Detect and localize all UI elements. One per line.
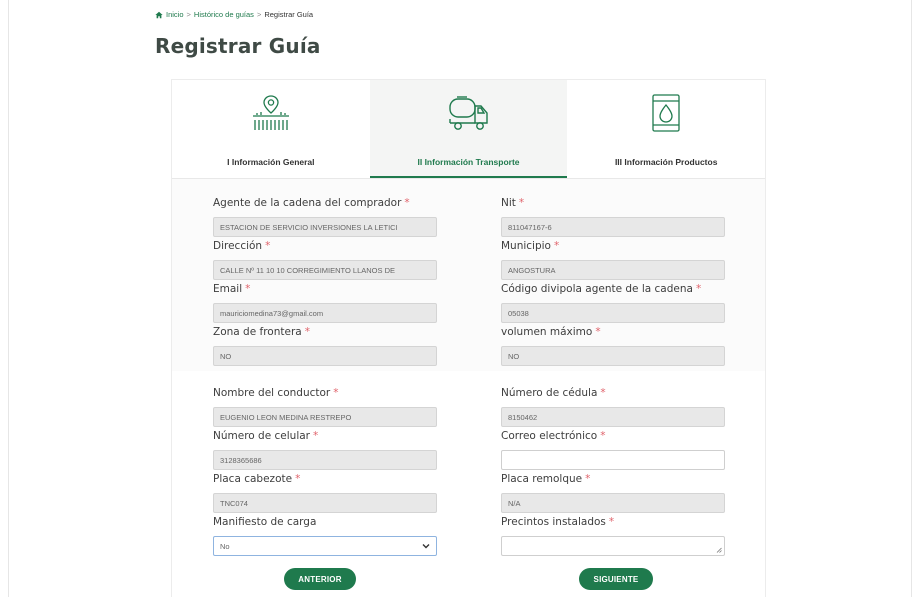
correo-input[interactable] (501, 450, 725, 470)
cedula-label: Número de cédula * (501, 387, 606, 399)
zona-field: Zona de frontera * NO (213, 326, 437, 366)
volumen-label: volumen máximo * (501, 326, 601, 338)
agente-field: Agente de la cadena del comprador * ESTAC… (213, 197, 437, 237)
manifiesto-field: Manifiesto de carga No (213, 516, 437, 556)
precintos-label: Precintos instalados * (501, 516, 615, 528)
conductor-label: Nombre del conductor * (213, 387, 339, 399)
correo-label: Correo electrónico * (501, 430, 606, 442)
breadcrumb: Inicio > Histórico de guías > Registrar … (155, 10, 313, 19)
conductor-field: Nombre del conductor * EUGENIO LEON MEDIN… (213, 387, 437, 427)
conductor-input: EUGENIO LEON MEDINA RESTREPO (213, 407, 437, 427)
nit-label: Nit * (501, 197, 525, 209)
buyer-agent-section: Agente de la cadena del comprador * ESTAC… (172, 179, 765, 371)
tanker-truck-icon (448, 96, 488, 130)
volumen-input: NO (501, 346, 725, 366)
zona-label: Zona de frontera * (213, 326, 310, 338)
breadcrumb-history-link[interactable]: Histórico de guías (194, 10, 254, 19)
form-card: I Información General II Información Tra… (171, 79, 766, 597)
location-grid-icon (252, 95, 289, 130)
precintos-field: Precintos instalados * (501, 516, 725, 556)
tab-informacion-productos[interactable]: III Información Productos (567, 80, 765, 178)
driver-section: Nombre del conductor * EUGENIO LEON MEDIN… (172, 371, 765, 597)
agente-label: Agente de la cadena del comprador * (213, 197, 410, 209)
volumen-field: volumen máximo * NO (501, 326, 725, 366)
municipio-field: Municipio * ANGOSTURA (501, 240, 725, 280)
page-edge-left (8, 0, 9, 597)
municipio-label: Municipio * (501, 240, 560, 252)
zona-input: NO (213, 346, 437, 366)
wizard-tabs: I Información General II Información Tra… (172, 80, 765, 179)
breadcrumb-home-link[interactable]: Inicio (166, 10, 184, 19)
tab-label: II Información Transporte (417, 157, 520, 167)
celular-label: Número de celular * (213, 430, 319, 442)
cedula-input: 8150462 (501, 407, 725, 427)
direccion-input: CALLE Nº 11 10 10 CORREGIMIENTO LLANOS D… (213, 260, 437, 280)
tab-label: III Información Productos (614, 157, 718, 167)
direccion-label: Dirección * (213, 240, 271, 252)
manifiesto-label: Manifiesto de carga (213, 516, 317, 528)
precintos-textarea[interactable] (501, 536, 725, 556)
email-field: Email * mauriciomedina73@gmail.com (213, 283, 437, 323)
nit-input: 811047167-6 (501, 217, 725, 237)
manifiesto-select[interactable]: No (213, 536, 437, 556)
cabezote-label: Placa cabezote * (213, 473, 301, 485)
divipola-input: 05038 (501, 303, 725, 323)
oil-barrel-icon (652, 94, 680, 132)
tab-informacion-general[interactable]: I Información General (172, 80, 370, 178)
municipio-input: ANGOSTURA (501, 260, 725, 280)
manifiesto-selected-value: No (220, 542, 230, 551)
breadcrumb-current: Registrar Guía (264, 10, 314, 19)
celular-input: 3128365686 (213, 450, 437, 470)
cabezote-input: TNC074 (213, 493, 437, 513)
tab-label: I Información General (227, 157, 315, 167)
siguiente-button[interactable]: SIGUIENTE (579, 568, 653, 590)
remolque-field: Placa remolque * N/A (501, 473, 725, 513)
anterior-button[interactable]: ANTERIOR (284, 568, 356, 590)
celular-field: Número de celular * 3128365686 (213, 430, 437, 470)
direccion-field: Dirección * CALLE Nº 11 10 10 CORREGIMIEN… (213, 240, 437, 280)
home-icon[interactable] (155, 11, 163, 19)
resize-grip-icon[interactable] (716, 547, 722, 553)
tab-informacion-transporte[interactable]: II Información Transporte (369, 80, 568, 178)
cedula-field: Número de cédula * 8150462 (501, 387, 725, 427)
email-input: mauriciomedina73@gmail.com (213, 303, 437, 323)
page-title: Registrar Guía (155, 34, 321, 58)
email-label: Email * (213, 283, 251, 295)
chevron-down-icon (422, 544, 430, 549)
divipola-field: Código divipola agente de la cadena * 050… (501, 283, 725, 323)
cabezote-field: Placa cabezote * TNC074 (213, 473, 437, 513)
remolque-input: N/A (501, 493, 725, 513)
divipola-label: Código divipola agente de la cadena * (501, 283, 702, 295)
correo-field: Correo electrónico * (501, 430, 725, 470)
breadcrumb-separator: > (256, 10, 262, 19)
breadcrumb-separator: > (186, 10, 191, 19)
nit-field: Nit * 811047167-6 (501, 197, 725, 237)
agente-input: ESTACION DE SERVICIO INVERSIONES LA LETI… (213, 217, 437, 237)
page-edge-right (911, 0, 912, 597)
remolque-label: Placa remolque * (501, 473, 591, 485)
